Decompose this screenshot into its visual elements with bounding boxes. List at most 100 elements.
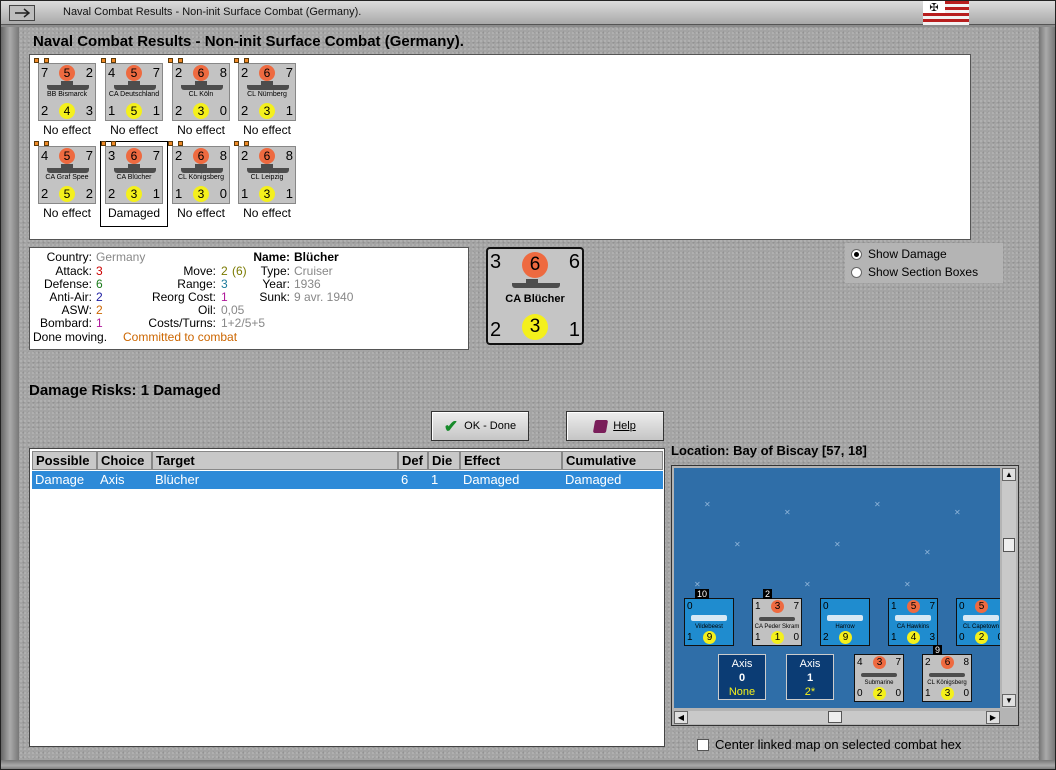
- column-header-def[interactable]: Def: [398, 451, 428, 470]
- counter-bottom-left: 2: [41, 103, 49, 118]
- ship-counter[interactable]: 4 5 7 1 5 1 CA Deutschland No effect: [101, 58, 165, 141]
- counter-ship-name: BB Bismarck: [46, 91, 88, 98]
- map-unit-counter[interactable]: 10 0 1 9 Vildebeest: [684, 589, 734, 646]
- map-unit-counter[interactable]: 2 1 3 7 1 1 0 CA Peder Skram: [752, 589, 802, 646]
- cell-possible: Damage: [35, 472, 85, 487]
- counter-top-circle: 6: [193, 65, 209, 81]
- ship-counter[interactable]: 4 5 7 2 5 2 CA Graf Spee No effect: [34, 141, 98, 224]
- sunk-label: Sunk:: [259, 290, 290, 304]
- unit-bottom-left: 1: [891, 632, 897, 643]
- column-header-choice[interactable]: Choice: [97, 451, 152, 470]
- unit-top-right: 7: [929, 601, 935, 612]
- combat-result: No effect: [243, 206, 291, 220]
- table-row[interactable]: Damage Axis Blücher 6 1 Damaged Damaged: [32, 471, 663, 489]
- center-map-checkbox[interactable]: [697, 738, 709, 751]
- unit-bottom-left: 0: [857, 688, 863, 699]
- counter-face: 3 6 7 2 3 1 CA Blücher: [105, 146, 163, 204]
- unit-bottom-circle: 1: [771, 631, 784, 644]
- wave-mark-icon: ✕: [734, 540, 741, 549]
- axis-box-value: 0: [738, 672, 746, 684]
- horizontal-scroll-thumb[interactable]: [828, 711, 842, 723]
- right-frame-rail: [1037, 27, 1055, 760]
- unit-bottom-left: 2: [823, 632, 829, 643]
- combat-result: No effect: [177, 206, 225, 220]
- counter-bottom-right: 0: [219, 103, 227, 118]
- sea-area[interactable]: ✕ ✕ ✕ ✕ ✕ ✕ ✕ ✕ ✕ ✕ 10 0 1 9 Vildebeest 2 1 3 7 1 1 0 CA Peder…: [674, 468, 1000, 708]
- show-damage-option[interactable]: Show Damage: [851, 247, 947, 261]
- counter-top-right: 2: [85, 65, 93, 80]
- map-vertical-scrollbar[interactable]: ▲ ▼: [1002, 468, 1016, 708]
- counter-bottom-left: 2: [490, 319, 502, 341]
- ship-counter[interactable]: 7 5 2 2 4 3 BB Bismarck No effect: [34, 58, 98, 141]
- scroll-up-arrow-icon[interactable]: ▲: [1002, 468, 1016, 481]
- column-header-die[interactable]: Die: [428, 451, 460, 470]
- column-header-possible[interactable]: Possible: [32, 451, 97, 470]
- ok-done-button[interactable]: ✔ OK - Done: [431, 411, 529, 441]
- ship-counter[interactable]: 2 6 8 1 3 1 CL Leipzig No effect: [234, 141, 298, 224]
- title-bar[interactable]: Naval Combat Results - Non-init Surface …: [1, 1, 1055, 25]
- window-menu-icon[interactable]: [9, 5, 35, 21]
- german-flag-icon: ✠: [923, 1, 969, 25]
- counter-top-right: 7: [85, 148, 93, 163]
- unit-top-circle: 6: [941, 656, 954, 669]
- counter-bottom-right: 1: [568, 319, 580, 341]
- help-button[interactable]: Help: [566, 411, 664, 441]
- counter-bottom-right: 1: [285, 186, 293, 201]
- counter-bottom-circle: 3: [193, 103, 209, 119]
- counter-top-right: 8: [285, 148, 293, 163]
- map-unit-counter[interactable]: 0 2 9 Harrow: [820, 598, 870, 646]
- wave-mark-icon: ✕: [954, 508, 961, 517]
- show-sections-option[interactable]: Show Section Boxes: [851, 265, 978, 279]
- map-horizontal-scrollbar[interactable]: ◀ ▶: [674, 711, 1000, 724]
- unit-top-circle: 5: [975, 600, 988, 613]
- cell-choice: Axis: [100, 472, 125, 487]
- unit-bottom-circle: 2: [873, 687, 886, 700]
- wave-mark-icon: ✕: [784, 508, 791, 517]
- ship-counter[interactable]: 2 6 7 2 3 1 CL Nürnberg No effect: [234, 58, 298, 141]
- unit-silhouette-icon: [895, 615, 931, 621]
- unit-bottom-circle: 9: [703, 631, 716, 644]
- selected-ship-counter: 3 6 6 CA Blücher 2 3 1: [486, 247, 584, 345]
- counter-bottom-left: 2: [241, 103, 249, 118]
- vertical-scroll-thumb[interactable]: [1003, 538, 1015, 552]
- map-unit-counter[interactable]: 05020CL Capetown: [956, 598, 1000, 646]
- combat-result: No effect: [43, 206, 91, 220]
- ship-counter[interactable]: 3 6 7 2 3 1 CA Blücher Damaged: [100, 141, 168, 227]
- scroll-down-arrow-icon[interactable]: ▼: [1002, 694, 1016, 707]
- unit-name: Harrow: [835, 624, 855, 630]
- ship-counter[interactable]: 2 6 8 1 3 0 CL Königsberg No effect: [168, 141, 232, 224]
- show-damage-label: Show Damage: [868, 247, 947, 261]
- scroll-right-arrow-icon[interactable]: ▶: [986, 711, 1000, 724]
- counter-bottom-circle: 5: [126, 103, 142, 119]
- counter-bottom-circle: 3: [126, 186, 142, 202]
- axis-box-sub: 2*: [804, 686, 816, 698]
- ship-silhouette-icon: [114, 164, 156, 173]
- scroll-left-arrow-icon[interactable]: ◀: [674, 711, 688, 724]
- column-header-cumulative[interactable]: Cumulative: [562, 451, 663, 470]
- column-header-effect[interactable]: Effect: [460, 451, 562, 470]
- column-header-target[interactable]: Target: [152, 451, 398, 470]
- ship-counters-panel: 7 5 2 2 4 3 BB Bismarck No effect 4 5 7 1 5 1 CA Deuts…: [29, 54, 971, 240]
- counter-ship-name: CL Leipzig: [250, 174, 284, 181]
- show-damage-radio[interactable]: [851, 248, 862, 260]
- costs-value: 1+2/5+5: [221, 316, 266, 330]
- ship-silhouette-icon: [247, 164, 289, 173]
- wave-mark-icon: ✕: [834, 540, 841, 549]
- unit-top-circle: 5: [907, 600, 920, 613]
- counter-bottom-left: 2: [108, 186, 116, 201]
- ship-counter[interactable]: 2 6 8 2 3 0 CL Köln No effect: [168, 58, 232, 141]
- sunk-value: 9 avr. 1940: [294, 290, 354, 304]
- unit-name: Vildebeest: [695, 624, 723, 630]
- unit-silhouette-icon: [963, 615, 999, 621]
- ship-silhouette-icon: [181, 164, 223, 173]
- combat-results-table: Possible Choice Target Def Die Effect Cu…: [29, 448, 665, 747]
- map-unit-counter[interactable]: 9 2 6 8 1 3 0 CL Königsberg: [922, 645, 972, 702]
- counter-bottom-circle: 3: [193, 186, 209, 202]
- show-sections-radio[interactable]: [851, 266, 862, 278]
- map-unit-counter[interactable]: 4 3 7 0 2 0 Submarine: [854, 654, 904, 702]
- counter-top-left: 2: [175, 65, 183, 80]
- map-unit-counter[interactable]: 1 5 7 1 4 3 CA Hawkins: [888, 598, 938, 646]
- center-map-option[interactable]: Center linked map on selected combat hex: [697, 737, 961, 752]
- unit-top-right: 7: [793, 601, 799, 612]
- counter-top-circle: 6: [259, 65, 275, 81]
